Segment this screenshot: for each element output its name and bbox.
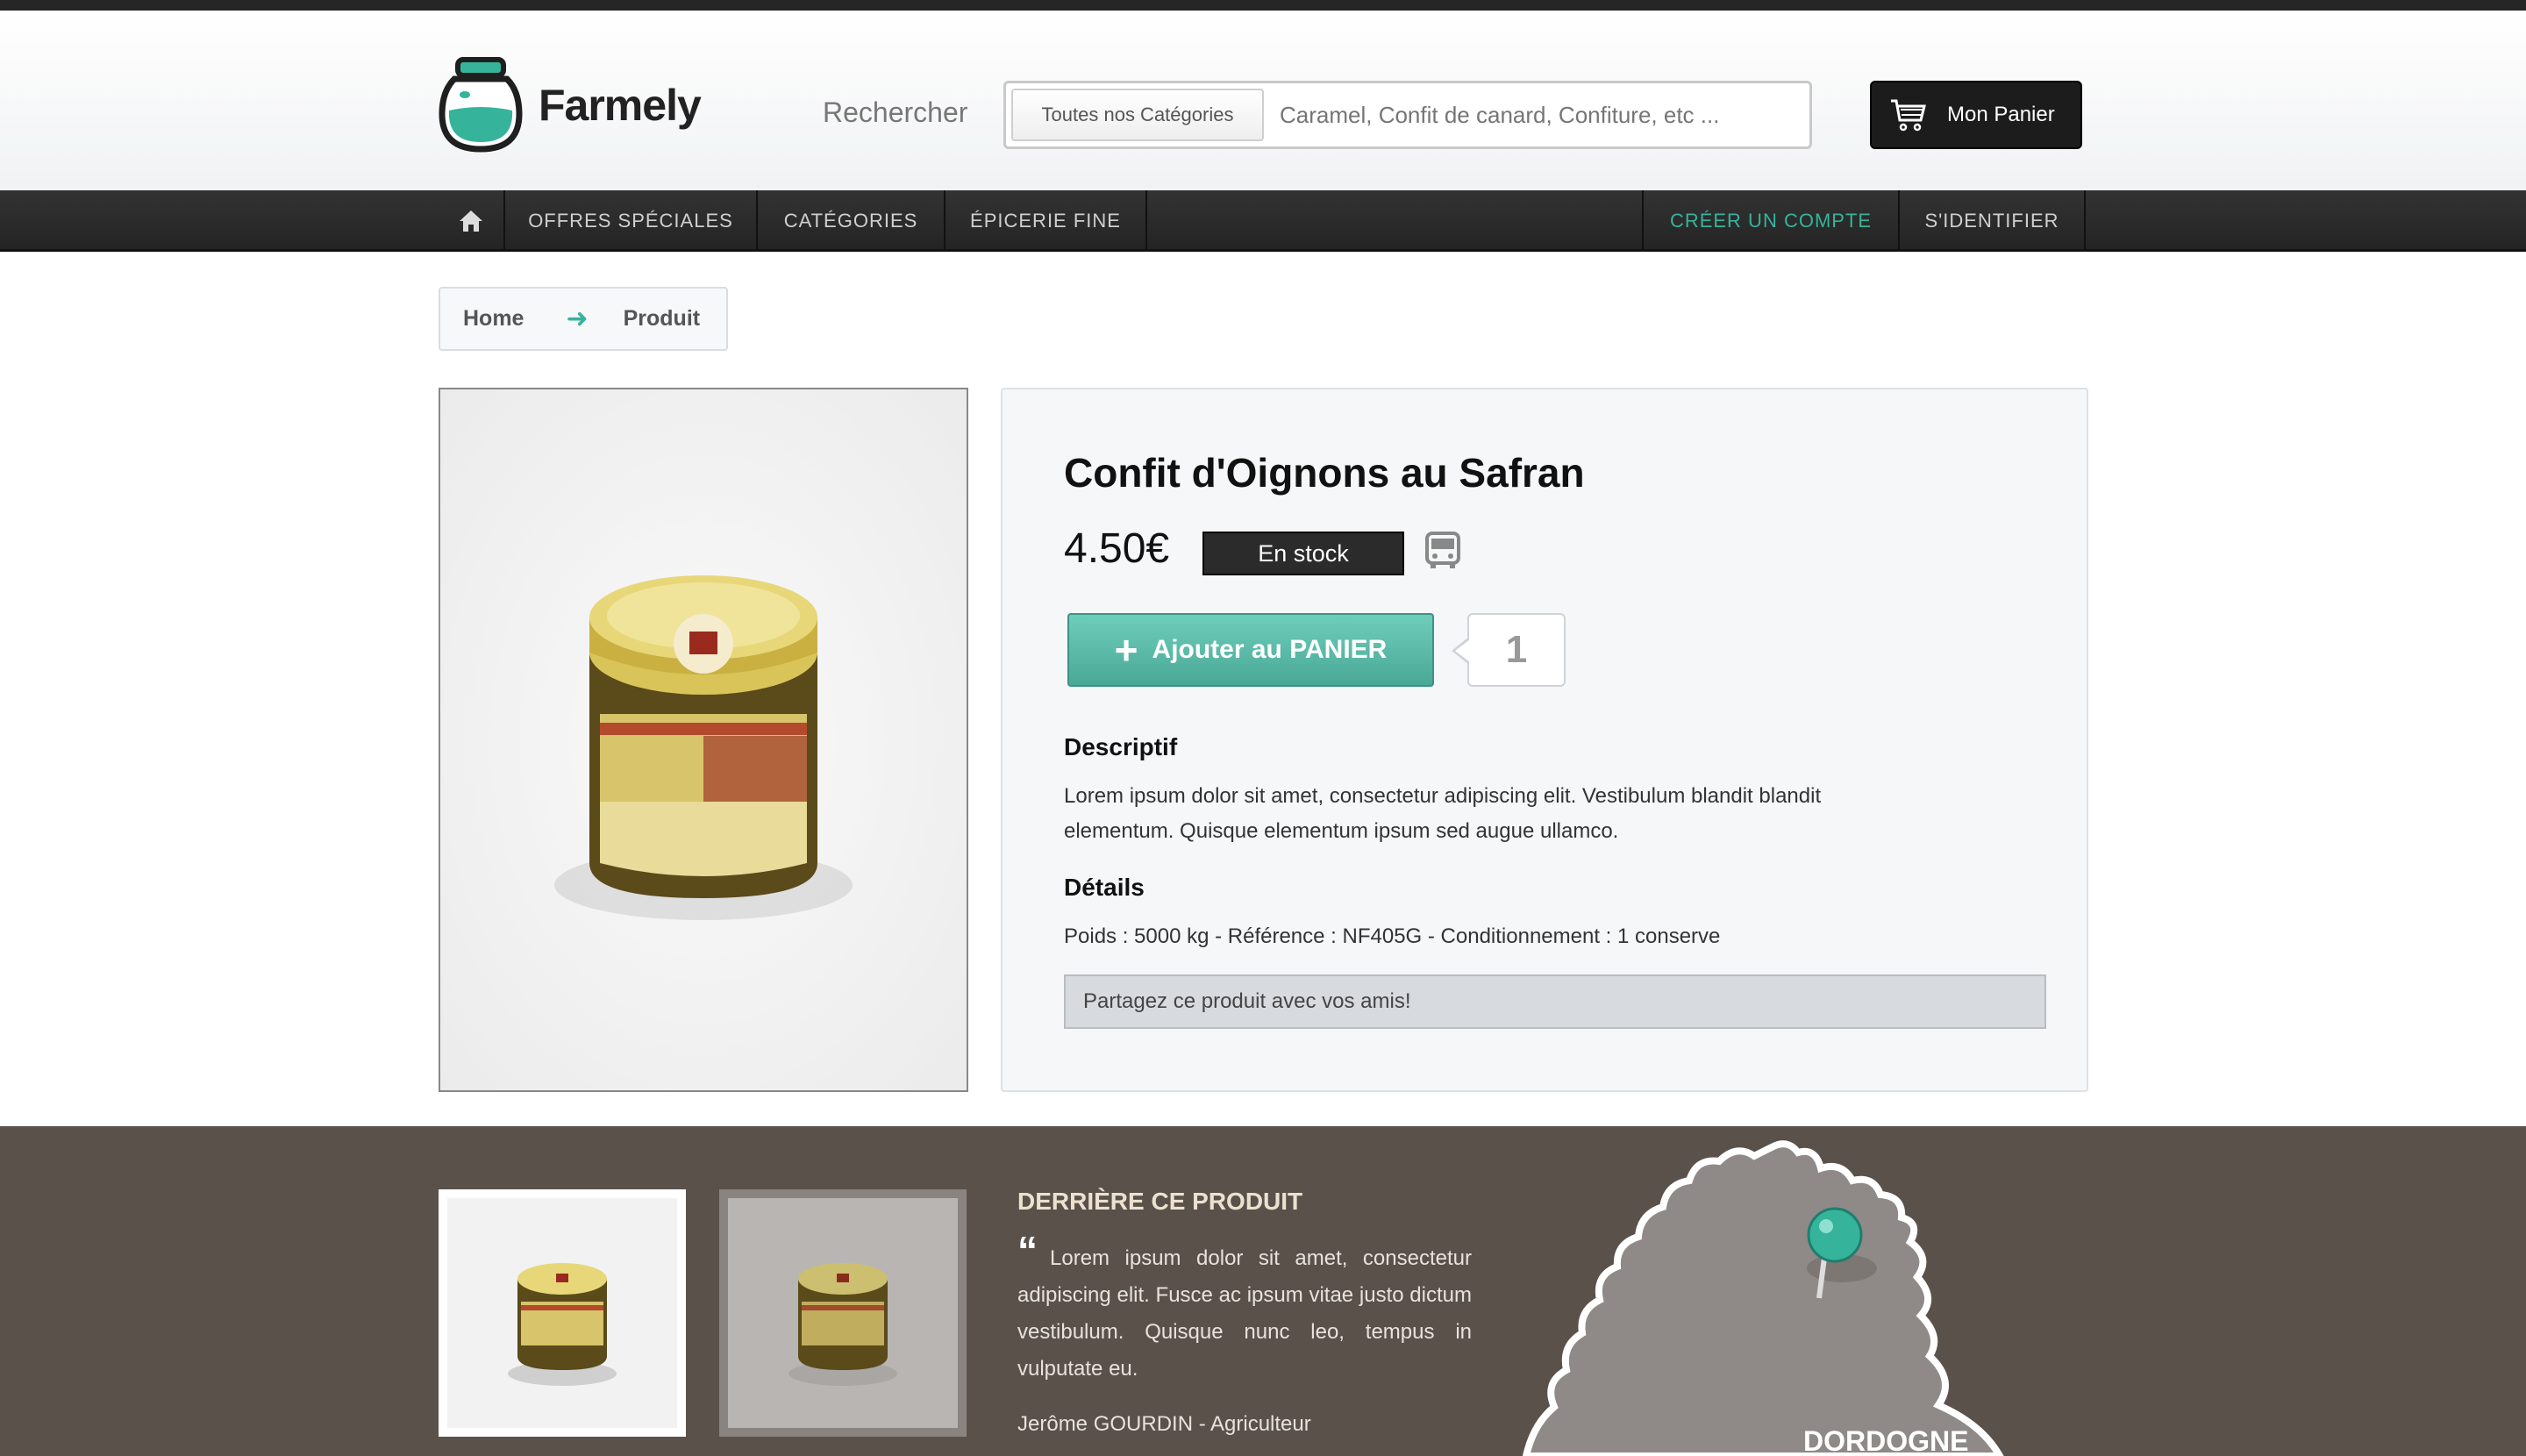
quantity-input[interactable]: 1 [1467, 613, 1566, 687]
thumbnail-1[interactable] [439, 1189, 686, 1437]
delivery-bus-icon [1422, 530, 1464, 576]
search-input[interactable] [1280, 101, 1771, 129]
details-text: Poids : 5000 kg - Référence : NF405G - C… [1064, 924, 1721, 948]
region-map[interactable]: DORDOGNE [1509, 1126, 2123, 1456]
logo[interactable]: Farmely [439, 56, 702, 154]
quote-text: Lorem ipsum dolor sit amet, consectetur … [1017, 1246, 1472, 1381]
behind-product-title: DERRIÈRE CE PRODUIT [1017, 1188, 1303, 1215]
search-label: Rechercher [823, 96, 968, 128]
region-name: DORDOGNE [1803, 1425, 1968, 1456]
nav-categories[interactable]: CATÉGORIES [756, 190, 944, 252]
description-line-1: Lorem ipsum dolor sit amet, consectetur … [1064, 784, 1822, 808]
top-bar [0, 0, 2526, 11]
nav-creer-compte[interactable]: CRÉER UN COMPTE [1642, 190, 1898, 252]
description-heading: Descriptif [1064, 733, 1178, 760]
producer-author: Jerôme GOURDIN - Agriculteur [1017, 1412, 1311, 1436]
cart-label: Mon Panier [1947, 103, 2055, 126]
nav-epicerie-fine[interactable]: ÉPICERIE FINE [944, 190, 1145, 252]
add-to-cart-button[interactable]: + Ajouter au PANIER [1067, 613, 1434, 687]
plus-icon: + [1114, 627, 1138, 673]
jar-logo-icon [439, 56, 523, 154]
home-icon [460, 211, 482, 232]
nav-home[interactable] [439, 190, 503, 252]
footer-section: DERRIÈRE CE PRODUIT “Lorem ipsum dolor s… [0, 1126, 2526, 1456]
quote-mark-icon: “ [1017, 1228, 1038, 1274]
breadcrumb: Home ➜ Produit [439, 287, 728, 351]
product-details-panel: Confit d'Oignons au Safran 4.50€ En stoc… [1001, 388, 2088, 1092]
header: Farmely Rechercher Toutes nos Catégories… [0, 11, 2526, 190]
quantity-tip-inner [1455, 639, 1470, 662]
shopping-cart-icon [1891, 99, 1926, 132]
product-title: Confit d'Oignons au Safran [1064, 450, 1585, 496]
main-nav: OFFRES SPÉCIALES CATÉGORIES ÉPICERIE FIN… [0, 190, 2526, 252]
nav-identifier[interactable]: S'IDENTIFIER [1898, 190, 2086, 252]
breadcrumb-home[interactable]: Home [463, 306, 524, 332]
cart-button[interactable]: Mon Panier [1870, 81, 2082, 149]
product-price: 4.50€ [1064, 525, 1170, 572]
nav-divider [1145, 190, 1147, 252]
description-line-2: elementum. Quisque elementum ipsum sed a… [1064, 819, 1619, 843]
breadcrumb-current: Produit [623, 306, 701, 331]
producer-quote: “Lorem ipsum dolor sit amet, consectetur… [1017, 1231, 1472, 1388]
category-select-button[interactable]: Toutes nos Catégories [1011, 89, 1264, 141]
nav-offres-speciales[interactable]: OFFRES SPÉCIALES [503, 190, 756, 252]
add-to-cart-label: Ajouter au PANIER [1152, 635, 1388, 664]
thumbnail-2[interactable] [719, 1189, 967, 1437]
details-heading: Détails [1064, 874, 1145, 901]
product-image[interactable] [439, 388, 968, 1092]
search-box: Toutes nos Catégories [1003, 81, 1812, 149]
share-button[interactable]: Partagez ce produit avec vos amis! [1064, 974, 2046, 1029]
arrow-right-icon: ➜ [566, 304, 589, 333]
brand-name: Farmely [539, 81, 702, 130]
stock-badge: En stock [1202, 532, 1404, 575]
